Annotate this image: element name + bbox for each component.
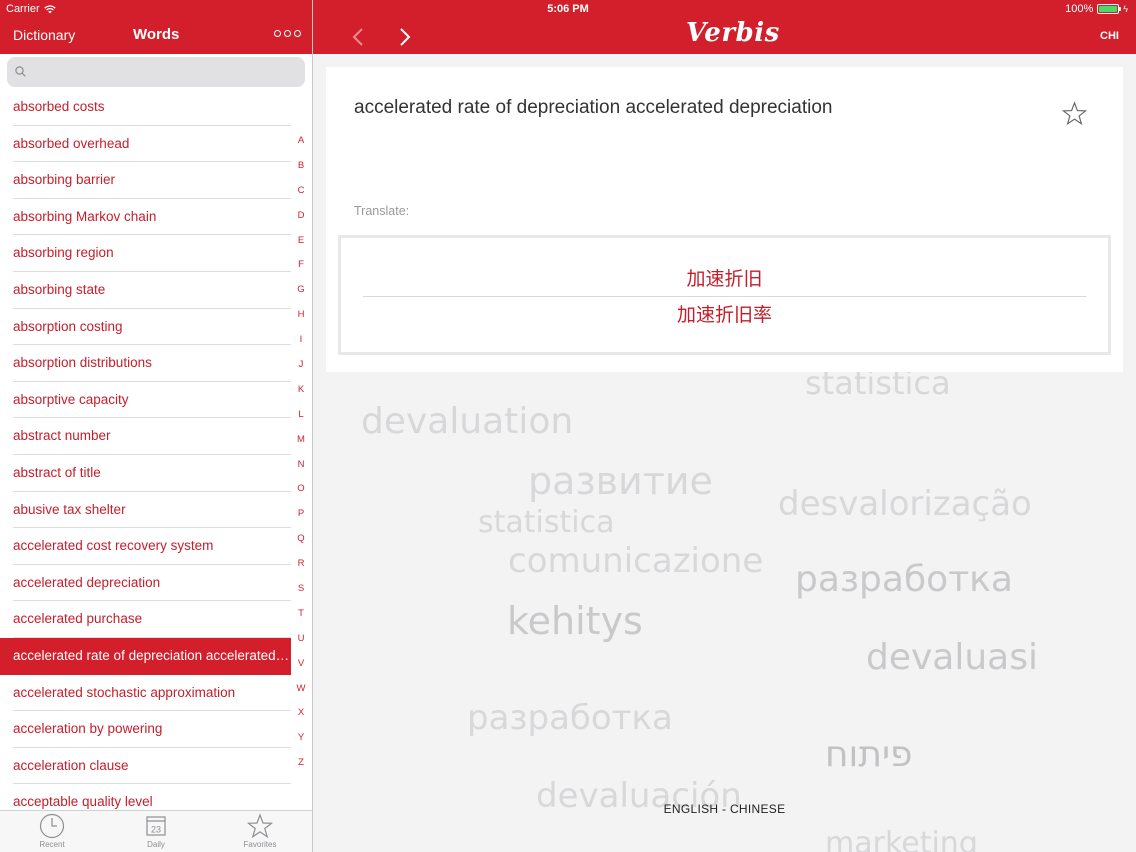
alphabet-letter[interactable]: H [292, 308, 310, 333]
list-item[interactable]: absorptive capacity [0, 382, 291, 419]
page-title: Words [133, 26, 180, 43]
alphabet-letter[interactable]: D [292, 209, 310, 234]
list-item[interactable]: abstract of title [0, 455, 291, 492]
forward-arrow-icon[interactable] [395, 26, 415, 48]
search-input[interactable] [7, 57, 305, 87]
alphabet-letter[interactable]: F [292, 258, 310, 283]
list-item[interactable]: accelerated cost recovery system [0, 528, 291, 565]
alphabet-letter[interactable]: X [292, 706, 310, 731]
alphabet-letter[interactable]: R [292, 557, 310, 582]
list-item[interactable]: absorption distributions [0, 345, 291, 382]
more-dot-icon [274, 30, 281, 37]
more-options-button[interactable] [274, 30, 301, 37]
tab-recent[interactable]: Recent [22, 813, 82, 849]
list-item[interactable]: absorbed costs [0, 89, 291, 126]
background-word: פיתוח [825, 734, 913, 775]
alphabet-letter[interactable]: K [292, 383, 310, 408]
alphabet-letter[interactable]: L [292, 408, 310, 433]
star-icon [247, 813, 273, 839]
alphabet-letter[interactable]: C [292, 184, 310, 209]
battery-fill [1099, 6, 1118, 12]
more-dot-icon [294, 30, 301, 37]
battery-icon [1097, 4, 1122, 14]
alphabet-letter[interactable]: J [292, 358, 310, 383]
list-item[interactable]: accelerated stochastic approximation [0, 675, 291, 712]
list-item[interactable]: absorbed overhead [0, 126, 291, 163]
alphabet-letter[interactable]: P [292, 507, 310, 532]
tab-daily[interactable]: 23 Daily [126, 813, 186, 849]
tab-favorites[interactable]: Favorites [230, 813, 290, 849]
top-navigation-bar: Carrier 5:06 PM 100% ϟ Dictionary Words … [0, 0, 1136, 54]
dictionary-back-button[interactable]: Dictionary [13, 27, 75, 43]
favorite-star-icon[interactable] [1062, 101, 1087, 126]
alphabet-letter[interactable]: W [292, 682, 310, 707]
list-item[interactable]: accelerated rate of depreciation acceler… [0, 637, 291, 675]
sidebar: absorbed costs absorbed overhead absorbing… [0, 54, 312, 852]
translation-item: 加速折旧率 [676, 305, 772, 326]
tab-daily-label: Daily [147, 840, 165, 849]
entry-term: accelerated rate of depreciation acceler… [354, 97, 833, 118]
list-item[interactable]: absorbing region [0, 235, 291, 272]
battery-percent: 100% [1065, 3, 1094, 15]
charging-icon: ϟ [1123, 4, 1128, 14]
language-switch-button[interactable]: CHI [1100, 30, 1119, 42]
background-word: развитие [528, 459, 713, 503]
alphabet-letter[interactable]: S [292, 582, 310, 607]
language-pair-label: ENGLISH - CHINESE [663, 802, 786, 816]
alphabet-letter[interactable]: U [292, 632, 310, 657]
translation-box: 加速折旧 加速折旧率 [338, 235, 1111, 355]
tab-recent-label: Recent [39, 840, 65, 849]
alphabet-letter[interactable]: Q [292, 532, 310, 557]
list-item[interactable]: absorbing barrier [0, 162, 291, 199]
alphabet-letter[interactable]: B [292, 159, 310, 184]
translation-divider [363, 296, 1086, 297]
background-word: marketing [825, 826, 978, 852]
more-dot-icon [284, 30, 291, 37]
translation-item: 加速折旧 [686, 269, 763, 290]
background-word: разработка [795, 559, 1013, 600]
background-word: comunicazione [508, 541, 764, 581]
alphabet-letter[interactable]: E [292, 234, 310, 259]
list-item[interactable]: absorption costing [0, 309, 291, 346]
alphabet-letter[interactable]: M [292, 433, 310, 458]
list-item[interactable]: abusive tax shelter [0, 492, 291, 529]
alphabet-letter[interactable]: N [292, 458, 310, 483]
list-item[interactable]: absorbing state [0, 272, 291, 309]
calendar-icon: 23 [146, 816, 166, 836]
list-item[interactable]: abstract number [0, 418, 291, 455]
clock-icon [39, 813, 65, 839]
search-icon [15, 66, 26, 77]
alphabet-letter[interactable]: V [292, 657, 310, 682]
app-logo: Verbis [686, 18, 780, 48]
list-item[interactable]: acceleration clause [0, 748, 291, 785]
alphabet-letter[interactable]: I [292, 333, 310, 358]
alphabet-index[interactable]: ABCDEFGHIJKLMNOPQRSTUVWXYZ [292, 134, 310, 781]
background-word: desvalorização [778, 484, 1032, 524]
alphabet-letter[interactable]: Y [292, 731, 310, 756]
tab-favorites-label: Favorites [243, 840, 277, 849]
list-item[interactable]: accelerated depreciation [0, 565, 291, 602]
background-word: разработка [467, 698, 673, 738]
back-arrow-icon[interactable] [348, 26, 368, 48]
background-word: statistica [478, 505, 615, 540]
background-word: devaluation [361, 401, 574, 442]
status-time: 5:06 PM [547, 3, 589, 15]
search-bar [0, 54, 312, 91]
background-word: kehitys [507, 599, 643, 643]
calendar-day: 23 [151, 825, 161, 835]
word-list: absorbed costs absorbed overhead absorbing… [0, 89, 291, 821]
background-word: devaluasi [866, 637, 1039, 678]
list-item[interactable]: accelerated purchase [0, 601, 291, 638]
status-battery: 100% ϟ [1065, 3, 1128, 15]
list-item[interactable]: acceleration by powering [0, 711, 291, 748]
list-item[interactable]: absorbing Markov chain [0, 199, 291, 236]
alphabet-letter[interactable]: Z [292, 756, 310, 781]
alphabet-letter[interactable]: O [292, 482, 310, 507]
alphabet-letter[interactable]: A [292, 134, 310, 159]
alphabet-letter[interactable]: T [292, 607, 310, 632]
translate-label: Translate: [354, 204, 410, 218]
alphabet-letter[interactable]: G [292, 283, 310, 308]
tab-bar: Recent 23 Daily Favorites [0, 810, 312, 852]
